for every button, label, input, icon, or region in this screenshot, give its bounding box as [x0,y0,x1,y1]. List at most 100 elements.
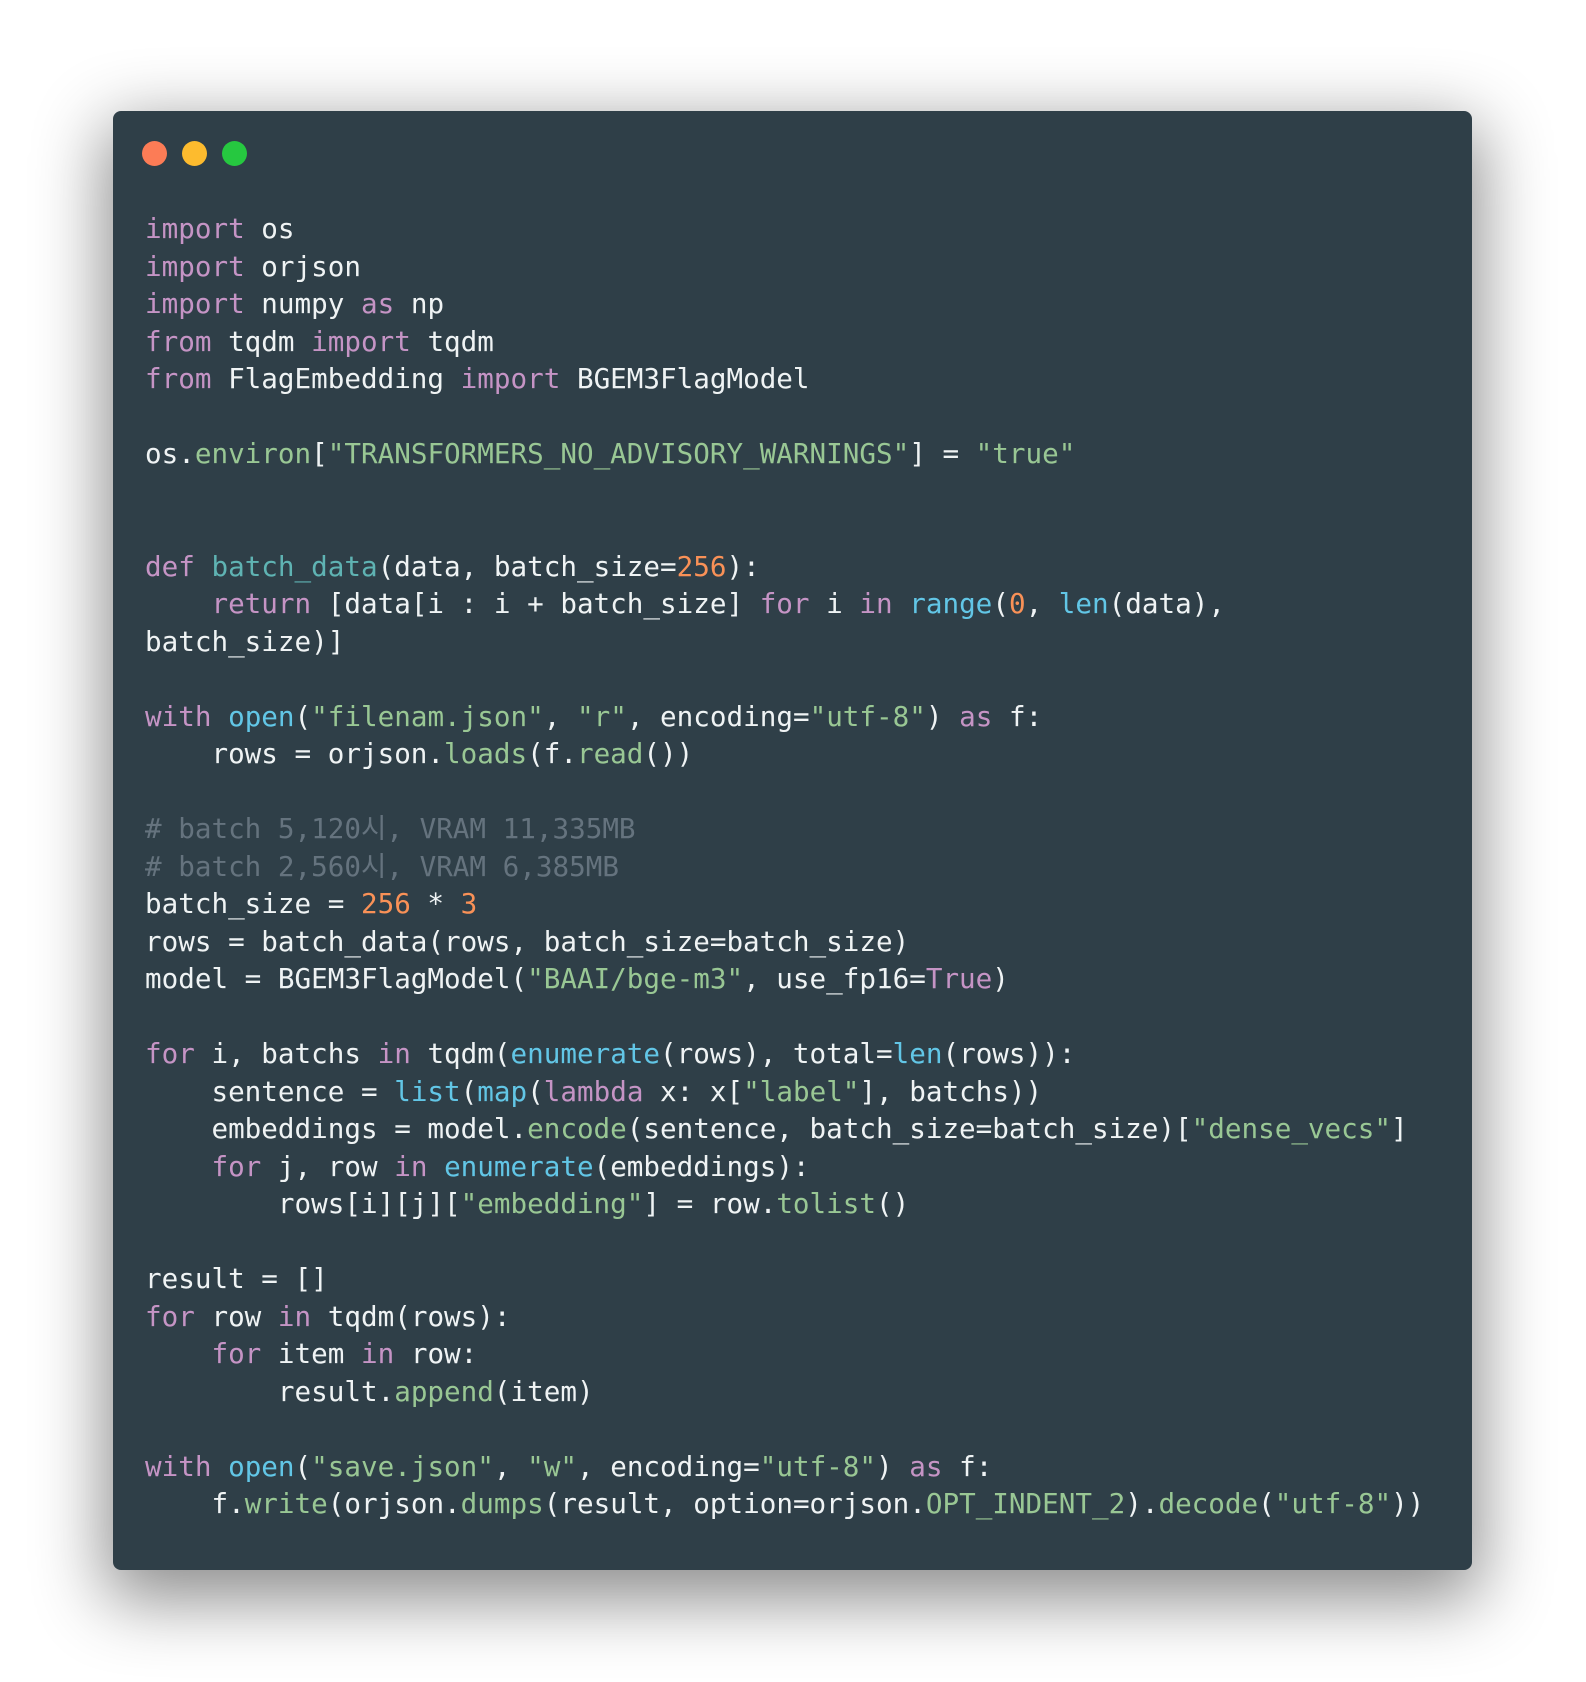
code-token: append [394,1374,494,1408]
code-token: , encoding= [626,699,810,733]
code-token: import [460,362,561,395]
code-token: ] = row. [643,1187,777,1220]
code-line: for row in tqdm(rows): [145,1298,1424,1336]
code-line: rows[i][j]["embedding"] = row.tolist() [145,1185,1424,1223]
code-token: len [1058,587,1109,620]
minimize-button[interactable] [182,141,207,166]
code-line: from FlagEmbedding import BGEM3FlagModel [145,360,1424,398]
code-line: import os [145,210,1424,248]
code-token: "TRANSFORMERS_NO_ADVISORY_WARNINGS" [327,437,910,470]
code-token: "r" [576,699,627,733]
code-token: for [211,1149,262,1183]
code-token: import [145,249,245,283]
code-token: tolist [776,1187,876,1220]
code-token: "dense_vecs" [1191,1112,1391,1145]
code-token: , [493,1449,528,1483]
code-token: True [925,962,993,995]
code-line: for item in row: [145,1335,1424,1373]
code-token: sentence = [145,1074,395,1108]
code-token: map [477,1074,528,1108]
code-token: open [228,699,295,733]
code-line: result = [] [145,1260,1424,1298]
code-token: orjson [244,249,361,283]
code-token: x: x[ [643,1074,744,1108]
code-token: "save.json" [311,1449,494,1483]
code-token: as [959,699,993,733]
code-token: enumerate [510,1037,661,1070]
code-token: , [1025,587,1059,620]
code-token: (result, option=orjson. [543,1487,926,1520]
code-token: embeddings = model. [145,1112,528,1145]
code-token: "w" [527,1449,577,1483]
code-token: write [244,1487,328,1520]
code-token: enumerate [444,1149,594,1183]
maximize-button[interactable] [222,141,247,166]
code-token: import [145,287,245,320]
code-token: model = BGEM3FlagModel( [145,962,528,995]
code-token: BGEM3FlagModel [560,362,810,395]
code-token: ) [992,962,1009,995]
code-token: tqdm [410,324,494,358]
code-token: dumps [460,1487,544,1520]
code-token: OPT_INDENT_2 [925,1487,1126,1520]
code-token: ( [1258,1487,1275,1520]
code-line: import orjson [145,248,1424,286]
code-line: def batch_data(data, batch_size=256): [145,548,1424,586]
code-token: f: [942,1449,993,1483]
code-token: len [892,1037,943,1070]
code-token: rows = batch_data(rows, batch_size=batch… [145,924,910,958]
code-token: batch_size)] [145,624,345,658]
code-line: return [data[i : i + batch_size] for i i… [145,585,1424,623]
code-token: i, batchs [194,1037,378,1070]
code-token: "filenam.json" [311,699,544,733]
code-block: import os import orjson import numpy as np… [145,210,1424,1523]
code-token: row: [394,1337,478,1370]
code-token: np [394,287,445,320]
close-button[interactable] [142,141,167,166]
code-token: [ [311,437,328,470]
code-token: "BAAI/bge-m3" [527,962,744,995]
code-token: )) [1391,1487,1425,1520]
code-token: list [394,1074,461,1108]
code-token: tqdm [211,324,312,358]
code-token: read [576,737,644,770]
code-token: rows = orjson. [145,737,445,770]
code-token: , encoding= [576,1449,760,1483]
code-line: sentence = list(map(lambda x: x["label"]… [145,1073,1424,1111]
code-token: os [244,212,295,245]
code-token: environ [194,437,312,470]
code-token: ( [294,1449,312,1483]
code-token: j, row [261,1149,395,1183]
code-token: 256 [676,549,727,583]
code-token: ) [876,1449,910,1483]
code-token: * [410,887,461,920]
code-token: range [909,587,993,620]
code-token: tqdm( [410,1037,511,1070]
code-token: for [145,1037,195,1070]
code-line: from tqdm import tqdm [145,323,1424,361]
code-token: # batch 2,560시, VRAM 6,385MB [145,849,619,883]
code-token: ], batchs)) [859,1074,1043,1108]
code-token: import [145,212,245,245]
code-line: # batch 2,560시, VRAM 6,385MB [145,848,1424,886]
code-line: batch_size)] [145,623,1424,661]
code-token: with [145,1449,212,1483]
code-token: rows[i][j][ [145,1187,461,1220]
code-window: import os import orjson import numpy as np… [113,111,1472,1570]
code-token: in [377,1037,411,1070]
code-line: embeddings = model.encode(sentence, batc… [145,1110,1424,1148]
code-token: # batch 5,120시, VRAM 11,335MB [145,812,636,845]
code-token: (rows), total= [660,1037,893,1070]
code-token: lambda [543,1074,644,1108]
code-token: ] [1391,1112,1408,1145]
code-token: result = [] [145,1262,328,1295]
